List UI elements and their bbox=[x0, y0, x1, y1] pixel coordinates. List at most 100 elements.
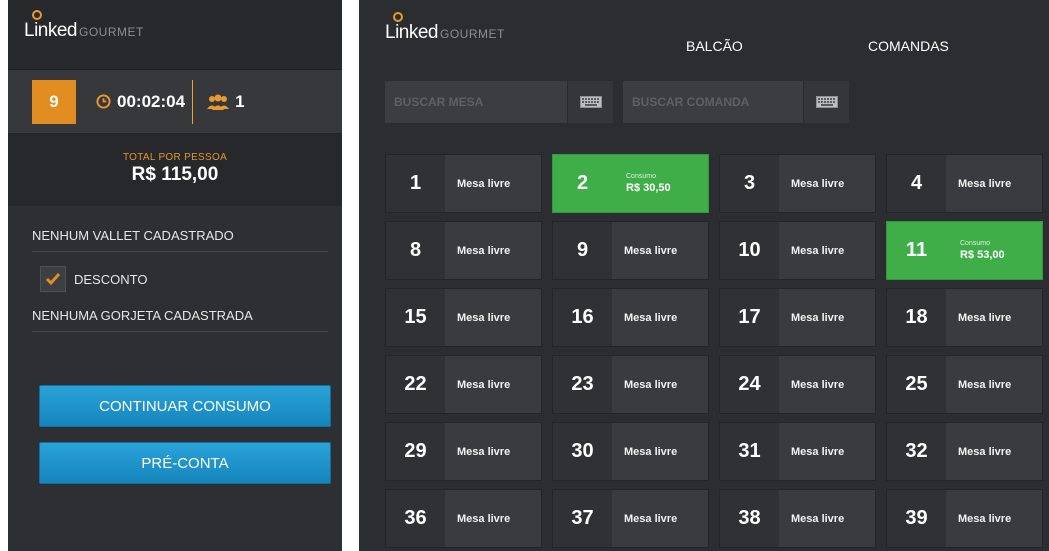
table-number: 2 bbox=[553, 155, 612, 212]
table-tile[interactable]: 8 Mesa livre bbox=[385, 221, 542, 280]
keyboard-icon bbox=[815, 96, 838, 108]
table-status-label: Mesa livre bbox=[791, 445, 845, 458]
people-count-value: 1 bbox=[235, 91, 245, 111]
table-tile[interactable]: 15 Mesa livre bbox=[385, 288, 542, 347]
table-number: 32 bbox=[887, 423, 946, 480]
table-amount: R$ 30,50 bbox=[626, 182, 671, 194]
table-tile[interactable]: 23 Mesa livre bbox=[552, 355, 709, 414]
table-status-label: Mesa livre bbox=[624, 311, 678, 324]
table-info-row: 9 00:02:04 1 bbox=[8, 70, 342, 134]
table-status: Mesa livre bbox=[946, 356, 1042, 413]
table-tile[interactable]: 4 Mesa livre bbox=[886, 154, 1043, 213]
table-status-label: Mesa livre bbox=[457, 177, 511, 190]
table-tile[interactable]: 36 Mesa livre bbox=[385, 489, 542, 548]
table-tile[interactable]: 37 Mesa livre bbox=[552, 489, 709, 548]
table-tile[interactable]: 11 Consumo R$ 53,00 bbox=[886, 221, 1043, 280]
table-status-label: Mesa livre bbox=[791, 311, 845, 324]
table-status: Mesa livre bbox=[612, 222, 708, 279]
table-tile[interactable]: 1 Mesa livre bbox=[385, 154, 542, 213]
table-tile[interactable]: 18 Mesa livre bbox=[886, 288, 1043, 347]
table-status-label: Mesa livre bbox=[624, 378, 678, 391]
table-number: 4 bbox=[887, 155, 946, 212]
tables-panel: Linked GOURMET BALCÃO COMANDAS BUSCAR ME… bbox=[359, 0, 1049, 551]
people-icon bbox=[207, 94, 230, 110]
table-number: 30 bbox=[553, 423, 612, 480]
table-number: 39 bbox=[887, 490, 946, 547]
table-status: Mesa livre bbox=[612, 490, 708, 547]
table-number: 29 bbox=[386, 423, 445, 480]
table-status: Mesa livre bbox=[445, 289, 541, 346]
logo-ring-icon bbox=[393, 12, 403, 22]
order-side-panel: Linked GOURMET 9 00:02:04 1 TOTAL POR PE… bbox=[8, 0, 342, 551]
table-tile[interactable]: 25 Mesa livre bbox=[886, 355, 1043, 414]
table-number: 25 bbox=[887, 356, 946, 413]
gorjeta-info[interactable]: NENHUMA GORJETA CADASTRADA bbox=[32, 306, 328, 332]
keyboard-button[interactable] bbox=[567, 81, 613, 123]
table-status: Mesa livre bbox=[779, 423, 875, 480]
left-header: Linked GOURMET bbox=[8, 0, 342, 70]
table-tile[interactable]: 39 Mesa livre bbox=[886, 489, 1043, 548]
search-table-input[interactable] bbox=[385, 81, 567, 123]
table-status: Mesa livre bbox=[779, 289, 875, 346]
table-tile[interactable]: 38 Mesa livre bbox=[719, 489, 876, 548]
table-status: Mesa livre bbox=[445, 356, 541, 413]
table-tile[interactable]: 2 Consumo R$ 30,50 bbox=[552, 154, 709, 213]
tab-comandas[interactable]: COMANDAS bbox=[868, 38, 949, 54]
discount-checkbox[interactable] bbox=[40, 266, 66, 292]
continue-consumption-button[interactable]: CONTINUAR CONSUMO bbox=[39, 385, 331, 427]
table-tile[interactable]: 22 Mesa livre bbox=[385, 355, 542, 414]
total-value: R$ 115,00 bbox=[131, 164, 219, 185]
table-status-label: Mesa livre bbox=[958, 311, 1012, 324]
table-tile[interactable]: 29 Mesa livre bbox=[385, 422, 542, 481]
table-tile[interactable]: 24 Mesa livre bbox=[719, 355, 876, 414]
search-table-field bbox=[385, 81, 613, 123]
table-number: 22 bbox=[386, 356, 445, 413]
table-tile[interactable]: 17 Mesa livre bbox=[719, 288, 876, 347]
table-status-label: Consumo bbox=[626, 173, 656, 180]
table-status: Consumo R$ 30,50 bbox=[612, 155, 708, 212]
search-comanda-input[interactable] bbox=[623, 81, 803, 123]
table-tile[interactable]: 32 Mesa livre bbox=[886, 422, 1043, 481]
vallet-info[interactable]: NENHUM VALLET CADASTRADO bbox=[32, 206, 328, 252]
search-comanda-field bbox=[623, 81, 849, 123]
table-status-label: Mesa livre bbox=[624, 445, 678, 458]
table-status: Mesa livre bbox=[612, 423, 708, 480]
total-per-person: TOTAL POR PESSOA R$ 115,00 bbox=[8, 134, 342, 206]
table-number: 16 bbox=[553, 289, 612, 346]
keyboard-icon bbox=[579, 96, 602, 108]
logo-ring-icon bbox=[32, 10, 42, 20]
table-tile[interactable]: 16 Mesa livre bbox=[552, 288, 709, 347]
table-status-label: Mesa livre bbox=[457, 445, 511, 458]
table-status: Mesa livre bbox=[445, 222, 541, 279]
table-tile[interactable]: 10 Mesa livre bbox=[719, 221, 876, 280]
table-tile[interactable]: 9 Mesa livre bbox=[552, 221, 709, 280]
app-logo: Linked GOURMET bbox=[385, 12, 505, 44]
table-status: Mesa livre bbox=[779, 356, 875, 413]
checkmark-icon bbox=[45, 273, 61, 286]
table-number: 31 bbox=[720, 423, 779, 480]
table-status: Mesa livre bbox=[445, 423, 541, 480]
table-tile[interactable]: 31 Mesa livre bbox=[719, 422, 876, 481]
table-status-label: Consumo bbox=[960, 240, 990, 247]
table-status: Mesa livre bbox=[612, 289, 708, 346]
table-tile[interactable]: 30 Mesa livre bbox=[552, 422, 709, 481]
people-count: 1 bbox=[207, 91, 245, 112]
discount-label: DESCONTO bbox=[74, 271, 148, 287]
pre-check-button[interactable]: PRÉ-CONTA bbox=[39, 442, 331, 484]
table-tile[interactable]: 3 Mesa livre bbox=[719, 154, 876, 213]
table-number: 36 bbox=[386, 490, 445, 547]
table-status: Mesa livre bbox=[946, 423, 1042, 480]
table-status-label: Mesa livre bbox=[457, 244, 511, 257]
clock-icon bbox=[96, 94, 111, 109]
table-status-label: Mesa livre bbox=[791, 177, 845, 190]
discount-toggle[interactable]: DESCONTO bbox=[40, 252, 328, 306]
table-status-label: Mesa livre bbox=[791, 244, 845, 257]
tab-balcao[interactable]: BALCÃO bbox=[686, 38, 743, 54]
table-number: 3 bbox=[720, 155, 779, 212]
keyboard-button[interactable] bbox=[803, 81, 849, 123]
table-status-label: Mesa livre bbox=[457, 512, 511, 525]
table-status-label: Mesa livre bbox=[624, 512, 678, 525]
table-status: Mesa livre bbox=[946, 289, 1042, 346]
table-number: 15 bbox=[386, 289, 445, 346]
table-status: Consumo R$ 53,00 bbox=[946, 222, 1042, 279]
